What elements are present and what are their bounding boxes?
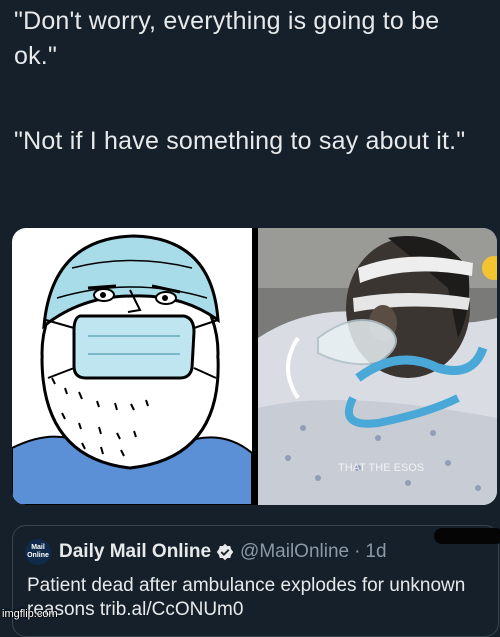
tweet-timestamp[interactable]: 1d <box>365 541 386 563</box>
tweet-separator: · <box>354 541 361 562</box>
meme-image-panels[interactable]: THAT THE ESOS <box>12 228 497 505</box>
tweet-header: Mail Online Daily Mail Online @MailOnlin… <box>25 538 387 566</box>
wojak-doctor-illustration <box>12 234 253 505</box>
redaction-scribble <box>434 528 500 544</box>
photo-overlay-text: THAT THE ESOS <box>338 462 424 474</box>
quote-worry: "Don't worry, everything is going to be … <box>14 7 440 70</box>
tweet-display-name[interactable]: Daily Mail Online <box>59 541 211 563</box>
imgflip-watermark: imgflip.com <box>2 608 58 620</box>
hospital-patient-photo: THAT THE ESOS <box>258 228 497 505</box>
mail-online-avatar[interactable]: Mail Online <box>25 539 51 565</box>
tweet-body-text: Patient dead after ambulance explodes fo… <box>27 575 466 620</box>
tweet-handle[interactable]: @MailOnline <box>240 541 349 563</box>
quote-reply: "Not if I have something to say about it… <box>14 127 466 155</box>
quoted-tweet-card[interactable]: Mail Online Daily Mail Online @MailOnlin… <box>12 525 500 637</box>
avatar-text-line2: Online <box>27 552 49 559</box>
verified-badge-icon <box>216 543 234 561</box>
patient-photo-illustration: THAT THE ESOS <box>258 228 497 505</box>
avatar-text-line1: Mail <box>31 544 45 551</box>
doctor-wojak-drawing <box>12 228 253 505</box>
